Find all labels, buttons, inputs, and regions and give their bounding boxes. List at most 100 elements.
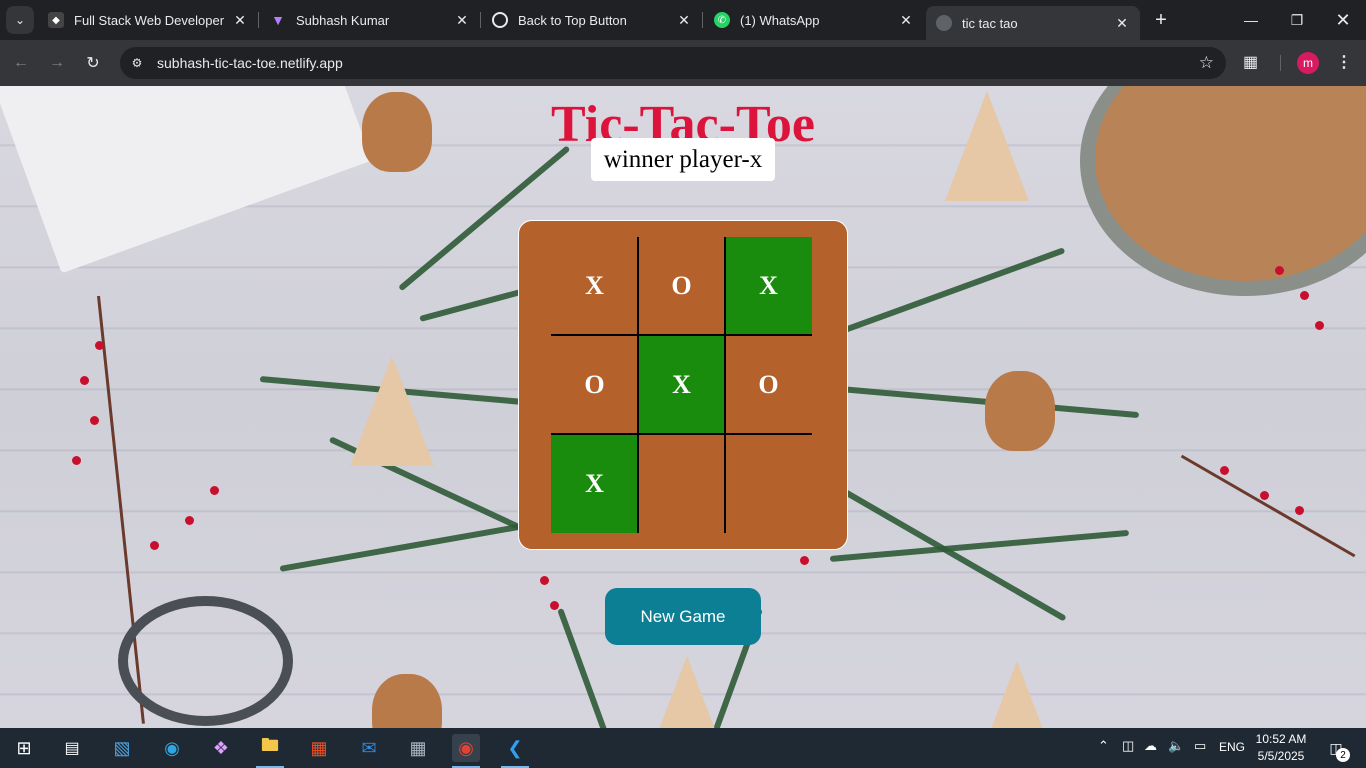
grid-line bbox=[637, 237, 639, 533]
grid-line bbox=[551, 334, 812, 336]
bookmark-star-icon[interactable]: ☆ bbox=[1199, 53, 1214, 73]
berry bbox=[185, 516, 194, 525]
url-text: subhash-tic-tac-toe.netlify.app bbox=[157, 55, 343, 71]
scissors-image bbox=[118, 596, 293, 726]
new-game-button[interactable]: New Game bbox=[605, 588, 761, 645]
mask-icon: ◆ bbox=[48, 12, 64, 28]
outlook-icon[interactable]: ✉ bbox=[355, 734, 383, 762]
tab-1[interactable]: ▼ Subhash Kumar ✕ bbox=[260, 6, 481, 34]
board-cell-6[interactable]: O bbox=[725, 336, 812, 434]
edge-icon[interactable]: ◉ bbox=[158, 734, 186, 762]
berry bbox=[1275, 266, 1284, 275]
board-cell-8[interactable] bbox=[638, 435, 725, 533]
camera-icon[interactable]: ◫ bbox=[1122, 738, 1134, 754]
vscode-icon[interactable]: ❮ bbox=[501, 734, 529, 768]
address-bar[interactable]: ⚙ subhash-tic-tac-toe.netlify.app ☆ bbox=[120, 47, 1226, 79]
close-window-button[interactable]: ✕ bbox=[1320, 0, 1366, 40]
tab-separator bbox=[480, 12, 481, 28]
grid-line bbox=[724, 237, 726, 533]
date-text: 5/5/2025 bbox=[1257, 749, 1305, 763]
board-cell-4[interactable]: O bbox=[551, 336, 638, 434]
chrome-icon[interactable]: ◉ bbox=[452, 734, 480, 768]
network-icon[interactable]: ▭ bbox=[1194, 738, 1206, 754]
forward-button[interactable]: → bbox=[44, 50, 70, 76]
toolbar-separator bbox=[1280, 55, 1281, 71]
tab-title: Full Stack Web Developer bbox=[74, 12, 225, 28]
pine-branch bbox=[818, 247, 1066, 342]
microsoft-store-icon[interactable]: ▦ bbox=[305, 734, 333, 762]
berry bbox=[210, 486, 219, 495]
windows-start-icon[interactable]: ⊞ bbox=[10, 734, 38, 762]
language-indicator[interactable]: ENG bbox=[1219, 740, 1245, 754]
berry bbox=[540, 576, 549, 585]
close-icon[interactable]: ✕ bbox=[674, 10, 694, 30]
windows-taskbar: ⊞ ▤ ▧ ◉ ❖ 🖿 ▦ ✉ ▦ ◉ ❮ ⌃ ◫ ☁ 🔈 ▭ ENG 10:5… bbox=[0, 728, 1366, 768]
tab-4-active[interactable]: tic tac tao ✕ bbox=[926, 6, 1140, 40]
chevron-down-icon: ⌄ bbox=[14, 13, 26, 27]
board-cell-9[interactable] bbox=[725, 435, 812, 533]
pine-branch bbox=[279, 520, 537, 572]
board-cell-7[interactable]: X bbox=[551, 435, 638, 533]
chevron-up-icon[interactable]: ⌃ bbox=[1098, 738, 1109, 754]
tab-search-button[interactable]: ⌄ bbox=[6, 6, 34, 34]
board-cell-3[interactable]: X bbox=[725, 237, 812, 335]
tab-title: tic tac tao bbox=[962, 15, 1018, 31]
tab-0[interactable]: ◆ Full Stack Web Developer ✕ bbox=[38, 6, 259, 34]
berry bbox=[1295, 506, 1304, 515]
tree-cookie-image bbox=[645, 656, 729, 728]
berry bbox=[95, 341, 104, 350]
berry bbox=[80, 376, 89, 385]
close-icon[interactable]: ✕ bbox=[230, 10, 250, 30]
back-button[interactable]: ← bbox=[8, 50, 34, 76]
calculator-icon[interactable]: ▦ bbox=[404, 734, 432, 762]
berry bbox=[550, 601, 559, 610]
vite-icon: ▼ bbox=[271, 12, 285, 28]
file-explorer-icon[interactable]: 🖿 bbox=[256, 734, 284, 768]
board-cell-1[interactable]: X bbox=[551, 237, 638, 335]
pine-branch bbox=[829, 529, 1130, 562]
volume-icon[interactable]: 🔈 bbox=[1168, 738, 1184, 754]
berry bbox=[1220, 466, 1229, 475]
onedrive-cloud-icon[interactable]: ☁ bbox=[1144, 738, 1157, 754]
berry bbox=[1260, 491, 1269, 500]
profile-avatar[interactable]: m bbox=[1297, 52, 1319, 74]
tab-strip: ⌄ ◆ Full Stack Web Developer ✕ ▼ Subhash… bbox=[0, 0, 1366, 40]
site-settings-icon[interactable]: ⚙ bbox=[128, 54, 146, 72]
tree-cookie-image bbox=[975, 661, 1059, 728]
berry-twig bbox=[1180, 454, 1356, 558]
close-icon[interactable]: ✕ bbox=[896, 10, 916, 30]
close-icon[interactable]: ✕ bbox=[452, 10, 472, 30]
berry bbox=[1315, 321, 1324, 330]
minimize-button[interactable]: — bbox=[1228, 0, 1274, 40]
restore-button[interactable]: ❐ bbox=[1274, 0, 1320, 40]
tab-separator bbox=[702, 12, 703, 28]
globe-icon bbox=[936, 15, 952, 31]
tab-2[interactable]: Back to Top Button ✕ bbox=[482, 6, 703, 34]
berry bbox=[800, 556, 809, 565]
gingerbread-cookie-image bbox=[372, 674, 442, 728]
extensions-icon[interactable]: ▦ bbox=[1243, 52, 1258, 72]
reload-button[interactable]: ↻ bbox=[80, 50, 106, 76]
game-board: X O X O X O X bbox=[518, 220, 848, 550]
berry bbox=[90, 416, 99, 425]
board-cell-5[interactable]: X bbox=[638, 336, 725, 434]
tab-separator bbox=[258, 12, 259, 28]
berry bbox=[72, 456, 81, 465]
more-menu-icon[interactable]: ⋮ bbox=[1336, 52, 1352, 72]
clock[interactable]: 10:52 AM 5/5/2025 bbox=[1250, 731, 1312, 765]
winner-message: winner player-x bbox=[591, 138, 775, 181]
new-tab-button[interactable]: + bbox=[1150, 9, 1172, 31]
copilot-icon[interactable]: ❖ bbox=[207, 734, 235, 762]
whatsapp-icon: ✆ bbox=[714, 12, 730, 28]
tab-title: Subhash Kumar bbox=[296, 12, 390, 28]
close-icon[interactable]: ✕ bbox=[1112, 13, 1132, 33]
browser-toolbar: ← → ↻ ⚙ subhash-tic-tac-toe.netlify.app … bbox=[0, 40, 1366, 86]
tree-cookie-image bbox=[350, 356, 434, 466]
board-cell-2[interactable]: O bbox=[638, 237, 725, 335]
tab-3[interactable]: ✆ (1) WhatsApp ✕ bbox=[704, 6, 924, 34]
widgets-icon[interactable]: ▧ bbox=[108, 734, 136, 762]
tab-title: Back to Top Button bbox=[518, 12, 627, 28]
berry bbox=[1300, 291, 1309, 300]
grid-line bbox=[551, 433, 812, 435]
task-view-icon[interactable]: ▤ bbox=[58, 734, 86, 762]
